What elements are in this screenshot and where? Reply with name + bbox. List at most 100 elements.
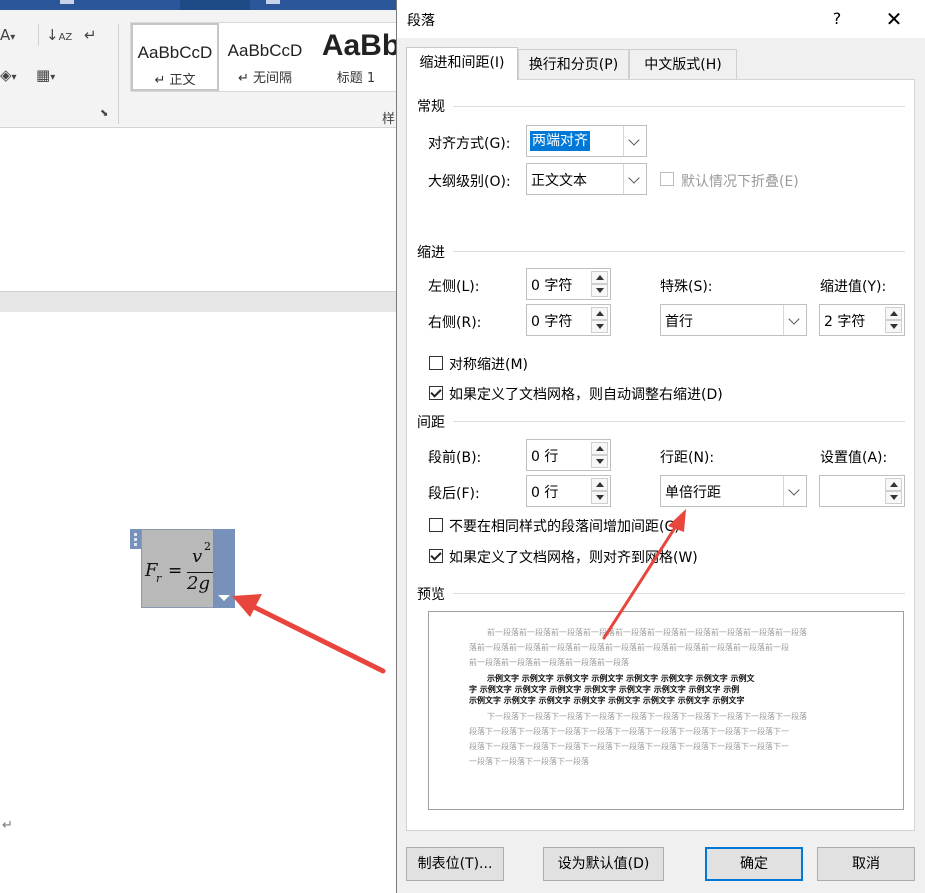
style-name: ↵ 无间隔 (237, 71, 293, 86)
line-spacing-at-spinner[interactable] (819, 475, 905, 507)
paragraph-dialog: 段落 ? ✕ 缩进和间距(I) 换行和分页(P) 中文版式(H) 常规 对齐方式… (396, 0, 925, 893)
document-page-top[interactable] (0, 128, 397, 291)
borders-icon[interactable]: ▦▾ (36, 66, 55, 84)
spin-down-button[interactable] (885, 320, 902, 333)
indent-by-spinner[interactable]: 2 字符 (819, 304, 905, 336)
spacing-before-label: 段前(B): (428, 450, 482, 466)
tabs-button[interactable]: 制表位(T)... (406, 847, 504, 881)
special-indent-select[interactable]: 首行 (660, 304, 807, 336)
tab-indents-spacing[interactable]: 缩进和间距(I) (406, 47, 518, 80)
style-heading-1[interactable]: AaBb 标题 1 (311, 23, 397, 91)
indent-left-value: 0 字符 (531, 278, 573, 294)
ribbon-tab-bar (0, 0, 397, 10)
equation-options-strip[interactable] (213, 529, 235, 608)
indent-right-label: 右侧(R): (428, 315, 482, 331)
section-spacing-title: 间距 (417, 415, 445, 431)
spin-down-button[interactable] (885, 491, 902, 504)
spin-down-button[interactable] (591, 284, 608, 297)
snap-to-grid-label: 如果定义了文档网格，则对齐到网格(W) (449, 550, 698, 566)
preview-line: 示例文字 示例文字 示例文字 示例文字 示例文字 示例文字 示例文字 示例文 (487, 674, 755, 683)
close-button[interactable]: ✕ (879, 6, 909, 32)
section-divider (453, 251, 905, 252)
dropdown-button[interactable] (783, 305, 806, 335)
spin-up-button[interactable] (591, 271, 608, 284)
spacing-after-spinner[interactable]: 0 行 (526, 475, 611, 507)
word-window: A▾ ↓AZ ↵ ◈▾ ▦▾ ⬊ 样 AaBbCcD ↵ 正文 AaBbCcD … (0, 0, 397, 893)
dialog-titlebar[interactable]: 段落 ? ✕ (397, 0, 925, 38)
spin-up-button[interactable] (885, 307, 902, 320)
collapse-label: 默认情况下折叠(E) (681, 174, 799, 190)
dialog-title: 段落 (407, 13, 435, 29)
line-spacing-value: 单倍行距 (665, 485, 721, 501)
snap-to-grid-checkbox[interactable] (429, 549, 443, 563)
tab-line-page-breaks[interactable]: 换行和分页(P) (518, 49, 629, 79)
line-spacing-at-label: 设置值(A): (820, 450, 888, 466)
spin-up-button[interactable] (591, 307, 608, 320)
triangle-down-icon (890, 495, 898, 500)
indent-left-spinner[interactable]: 0 字符 (526, 268, 611, 300)
tab-asian-typography[interactable]: 中文版式(H) (629, 49, 737, 79)
spin-down-button[interactable] (591, 491, 608, 504)
indent-left-label: 左侧(L): (428, 279, 480, 295)
indent-right-spinner[interactable]: 0 字符 (526, 304, 611, 336)
spin-up-button[interactable] (591, 442, 608, 455)
auto-adjust-indent-label: 如果定义了文档网格，则自动调整右缩进(D) (449, 387, 723, 403)
auto-adjust-indent-checkbox[interactable] (429, 386, 443, 400)
equation-drag-handle[interactable] (130, 529, 141, 549)
indent-right-value: 0 字符 (531, 314, 573, 330)
mirror-indents-label: 对称缩进(M) (449, 357, 529, 373)
outline-level-select[interactable]: 正文文本 (526, 163, 647, 195)
equation-equals: = (168, 561, 183, 581)
preview-line: 段落下一段落下一段落下一段落下一段落下一段落下一段落下一段落下一段落下一段落下一 (469, 742, 789, 751)
ribbon: A▾ ↓AZ ↵ ◈▾ ▦▾ ⬊ 样 AaBbCcD ↵ 正文 AaBbCcD … (0, 10, 397, 128)
triangle-up-icon (890, 482, 898, 487)
mirror-indents-checkbox[interactable] (429, 356, 443, 370)
indent-by-value: 2 字符 (824, 314, 866, 330)
help-button[interactable]: ? (822, 6, 852, 32)
section-preview-title: 预览 (417, 587, 445, 603)
spin-up-button[interactable] (885, 478, 902, 491)
equation-numerator: v (192, 546, 203, 567)
section-general-title: 常规 (417, 99, 445, 115)
ribbon-tab-active[interactable] (180, 0, 250, 10)
line-spacing-select[interactable]: 单倍行距 (660, 475, 807, 507)
chevron-down-icon (788, 313, 800, 325)
preview-line: 落前一段落前一段落前一段落前一段落前一段落前一段落前一段落前一段落前一段落前一段 (469, 643, 789, 652)
cancel-button[interactable]: 取消 (817, 847, 915, 881)
style-no-spacing[interactable]: AaBbCcD ↵ 无间隔 (221, 23, 309, 91)
spacing-before-value: 0 行 (531, 449, 559, 465)
dropdown-button[interactable] (623, 126, 646, 156)
dropdown-button[interactable] (783, 476, 806, 506)
styles-gallery: AaBbCcD ↵ 正文 AaBbCcD ↵ 无间隔 AaBb 标题 1 (130, 22, 397, 92)
equation-superscript: 2 (204, 540, 211, 553)
equation-denominator: 2g (187, 573, 210, 594)
show-marks-icon[interactable]: ↵ (84, 26, 97, 44)
triangle-up-icon (890, 311, 898, 316)
alignment-value: 两端对齐 (530, 131, 590, 151)
set-default-button[interactable]: 设为默认值(D) (543, 847, 664, 881)
text-effects-icon[interactable]: A▾ (0, 26, 15, 44)
ok-button[interactable]: 确定 (705, 847, 803, 881)
collapse-checkbox[interactable] (660, 172, 674, 186)
chevron-down-icon (788, 484, 800, 496)
style-normal[interactable]: AaBbCcD ↵ 正文 (131, 23, 219, 91)
preview-line: 一段落下一段落下一段落下一段落 (469, 757, 589, 766)
no-space-same-style-label: 不要在相同样式的段落间增加间距(C) (449, 519, 680, 535)
spacing-before-spinner[interactable]: 0 行 (526, 439, 611, 471)
shading-icon[interactable]: ◈▾ (0, 66, 17, 84)
triangle-down-icon (596, 459, 604, 464)
spin-down-button[interactable] (591, 320, 608, 333)
ribbon-group-label: 样 (382, 112, 396, 127)
style-sample: AaBb (321, 29, 397, 62)
no-space-same-style-checkbox[interactable] (429, 518, 443, 532)
spin-down-button[interactable] (591, 455, 608, 468)
alignment-select[interactable]: 两端对齐 (526, 125, 647, 157)
dialog-launcher-icon[interactable]: ⬊ (100, 108, 108, 119)
sort-icon[interactable]: ↓AZ (46, 26, 72, 44)
chevron-down-icon[interactable] (218, 595, 230, 601)
chevron-down-icon (628, 134, 640, 146)
spin-up-button[interactable] (591, 478, 608, 491)
triangle-down-icon (890, 324, 898, 329)
outline-level-value: 正文文本 (531, 173, 587, 189)
dropdown-button[interactable] (623, 164, 646, 194)
